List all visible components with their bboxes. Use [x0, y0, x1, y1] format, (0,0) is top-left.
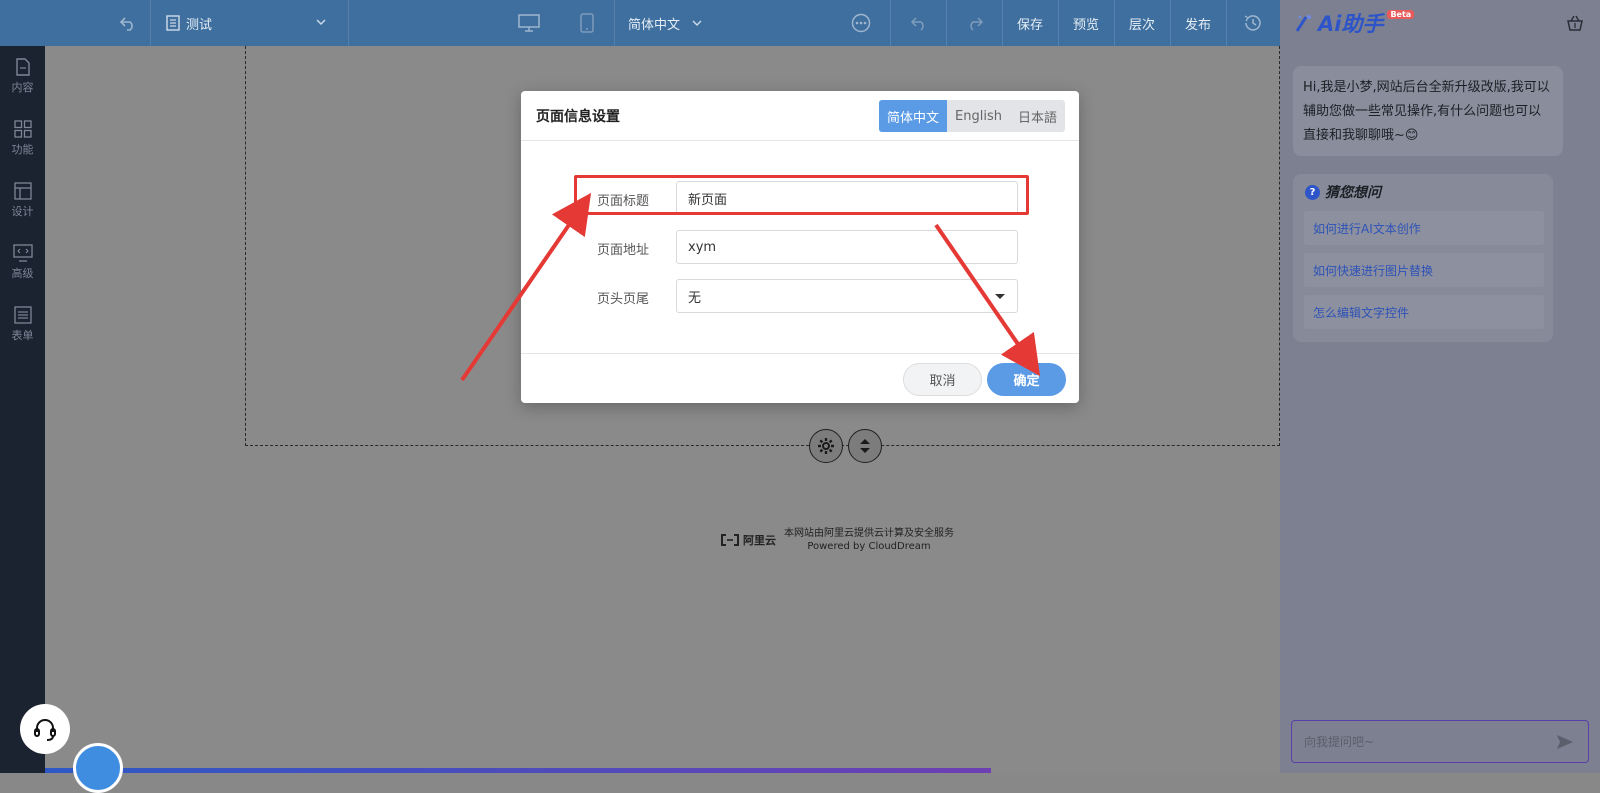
- ai-greeting-bubble: Hi,我是小梦,网站后台全新升级改版,我可以辅助您做一些常见操作,有什么问题也可…: [1293, 66, 1563, 156]
- headset-icon: [34, 719, 56, 741]
- progress-strip: [45, 768, 991, 773]
- floating-widget[interactable]: [73, 743, 123, 793]
- suggested-question[interactable]: 如何快速进行图片替换: [1304, 253, 1544, 287]
- ai-assistant-panel: Ai助手 Beta Hi,我是小梦,网站后台全新升级改版,我可以辅助您做一些常见…: [1280, 0, 1600, 773]
- ai-logo: Ai助手 Beta: [1294, 8, 1415, 38]
- ai-header: Ai助手 Beta: [1280, 0, 1600, 46]
- beta-badge: Beta: [1387, 9, 1415, 19]
- arrow-to-confirm: [934, 223, 1041, 377]
- ai-chat-input[interactable]: 向我提问吧~: [1291, 720, 1589, 763]
- question-icon: ?: [1305, 184, 1320, 200]
- suggested-title: ? 猜您想问: [1305, 182, 1381, 202]
- suggested-question[interactable]: 如何进行AI文本创作: [1304, 211, 1544, 245]
- basket-icon[interactable]: [1566, 14, 1584, 36]
- suggested-questions: ? 猜您想问 如何进行AI文本创作 如何快速进行图片替换 怎么编辑文字控件: [1293, 174, 1553, 342]
- ai-sparkle-icon: [1295, 15, 1311, 32]
- suggested-question[interactable]: 怎么编辑文字控件: [1304, 295, 1544, 329]
- ai-input-placeholder: 向我提问吧~: [1304, 735, 1375, 749]
- customer-support-button[interactable]: [20, 704, 70, 754]
- arrow-to-title: [460, 192, 592, 382]
- send-icon[interactable]: [1556, 733, 1574, 751]
